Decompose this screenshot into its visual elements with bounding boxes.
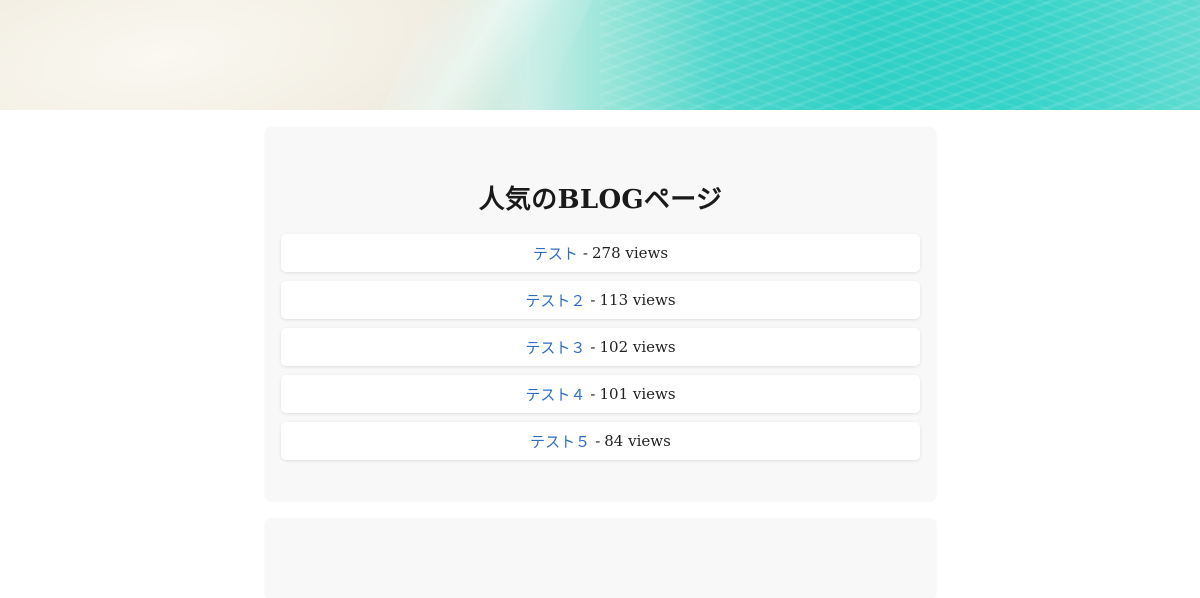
post-link-3[interactable]: テスト３ [525, 337, 585, 358]
view-count: 113 views [599, 291, 676, 309]
post-link-1[interactable]: テスト [533, 243, 578, 264]
list-item: テスト - 278 views [281, 234, 920, 272]
list-item: テスト３ - 102 views [281, 328, 920, 366]
popular-posts-card: 人気のBLOGページ テスト - 278 views テスト２ - 113 vi… [265, 127, 936, 500]
post-link-4[interactable]: テスト４ [525, 384, 585, 405]
view-count: 278 views [592, 244, 669, 262]
separator: - [590, 338, 596, 356]
separator: - [590, 291, 596, 309]
separator: - [595, 432, 601, 450]
view-count: 84 views [604, 432, 671, 450]
popular-posts-title: 人気のBLOGページ [478, 185, 723, 215]
view-count: 102 views [599, 338, 676, 356]
view-count: 101 views [599, 385, 676, 403]
separator: - [590, 385, 596, 403]
popular-posts-list: テスト - 278 views テスト２ - 113 views テスト３ - … [281, 234, 920, 469]
next-section-card [265, 518, 936, 598]
post-link-5[interactable]: テスト５ [530, 431, 590, 452]
header-banner-image [0, 0, 1200, 110]
post-link-2[interactable]: テスト２ [525, 290, 585, 311]
sea-water [600, 0, 1200, 110]
separator: - [582, 244, 588, 262]
list-item: テスト２ - 113 views [281, 281, 920, 319]
list-item: テスト５ - 84 views [281, 422, 920, 460]
list-item: テスト４ - 101 views [281, 375, 920, 413]
